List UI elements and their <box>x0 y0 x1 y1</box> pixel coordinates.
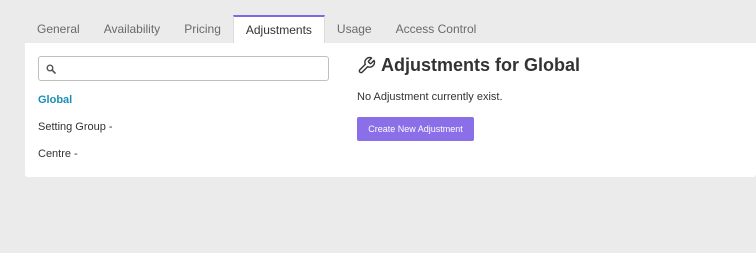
expand-toggle-icon[interactable]: - <box>109 121 113 133</box>
tab-usage[interactable]: Usage <box>325 16 384 43</box>
top-link-fragment <box>66 0 146 2</box>
adjustments-panel: Global Setting Group - Centre - Adjustment… <box>25 43 756 177</box>
search-input[interactable] <box>61 59 323 78</box>
page-title: Adjustments for Global <box>381 55 581 75</box>
tree-item-label: Global <box>38 94 73 106</box>
tree-item-global[interactable]: Global <box>38 94 72 106</box>
search-icon <box>46 64 56 74</box>
tab-bar: General Availability Pricing Adjustments… <box>25 15 488 43</box>
tree-item-label: Setting Group <box>38 121 106 133</box>
tab-pricing[interactable]: Pricing <box>172 16 233 43</box>
empty-state-message: No Adjustment currently exist. <box>357 91 503 103</box>
wrench-icon <box>358 56 376 74</box>
tree-item-centre[interactable]: Centre - <box>38 148 78 160</box>
create-new-adjustment-button[interactable]: Create New Adjustment <box>357 117 474 141</box>
tab-general[interactable]: General <box>25 16 92 43</box>
tab-adjustments[interactable]: Adjustments <box>232 15 325 43</box>
tree-item-label: Centre <box>38 148 72 160</box>
page-heading: Adjustments for Global <box>357 55 580 76</box>
tab-access-control[interactable]: Access Control <box>384 16 489 43</box>
tab-availability[interactable]: Availability <box>92 16 172 43</box>
search-box <box>38 56 329 81</box>
expand-toggle-icon[interactable]: - <box>74 148 78 160</box>
tree-item-setting-group[interactable]: Setting Group - <box>38 121 113 133</box>
